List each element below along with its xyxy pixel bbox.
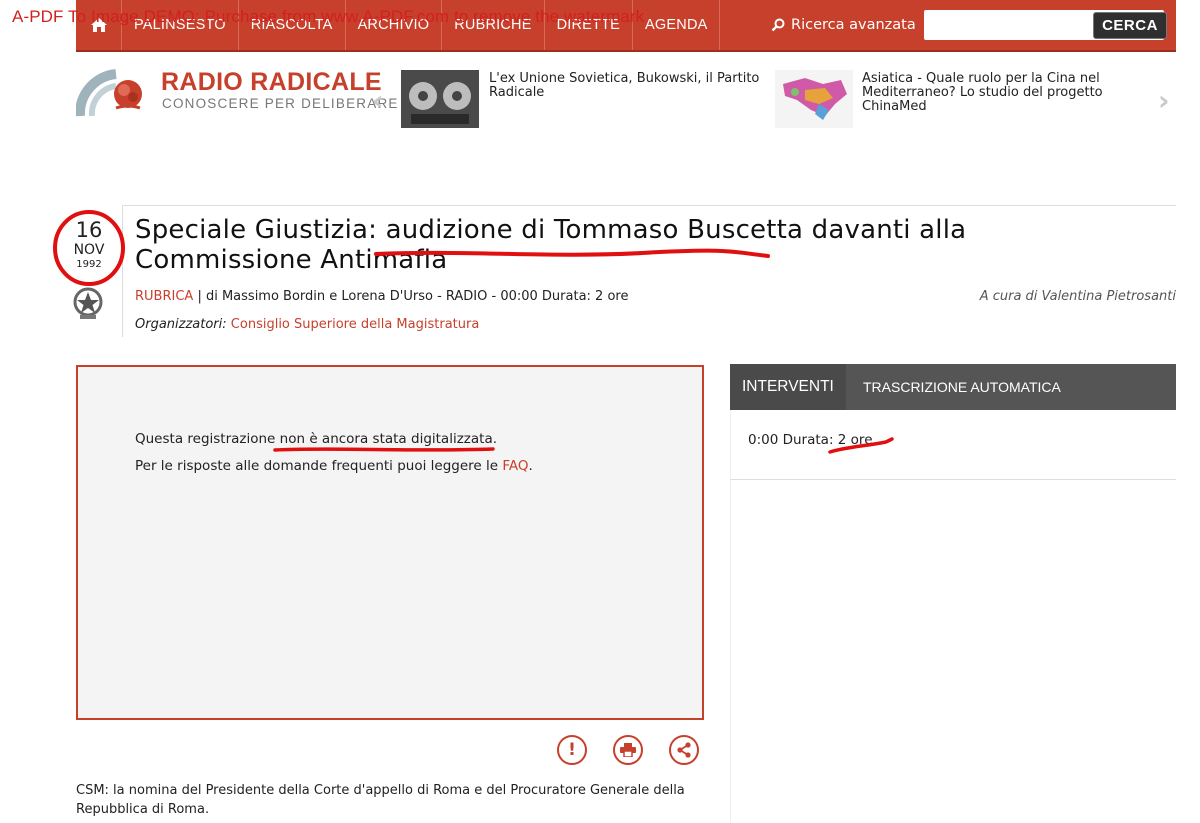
player-box: Questa registrazione non è ancora stata …	[76, 365, 704, 720]
date-day: 16	[75, 218, 103, 242]
entry-time: 0:00 Durata:	[748, 432, 834, 448]
curator-text: A cura di Valentina Pietrosanti	[979, 289, 1176, 304]
date-month: NOV	[73, 242, 105, 258]
header-divider	[123, 205, 1176, 206]
organizers-label: Organizzatori:	[135, 317, 227, 332]
logo-emblem-icon	[76, 69, 142, 117]
featured-thumbnail-2[interactable]	[775, 70, 853, 128]
date-year: 1992	[76, 259, 102, 270]
search-button[interactable]: CERCA	[1093, 12, 1167, 39]
interventi-list: 0:00 Durata: 2 ore	[730, 410, 1176, 480]
share-button[interactable]	[669, 735, 699, 765]
organizers-link[interactable]: Consiglio Superiore della Magistratura	[231, 317, 480, 332]
carousel-next-button[interactable]: ›	[1158, 84, 1170, 117]
carousel-prev-button[interactable]: ‹	[372, 84, 384, 117]
tab-interventi[interactable]: INTERVENTI	[730, 364, 846, 410]
not-digitized-message: Questa registrazione non è ancora stata …	[135, 431, 498, 447]
article-meta: RUBRICA | di Massimo Bordin e Lorena D'U…	[135, 289, 628, 304]
side-panel-border	[730, 480, 731, 823]
entry-duration: 2 ore	[837, 432, 873, 448]
chevron-left-icon: ‹	[372, 84, 384, 117]
page-title: Speciale Giustizia: audizione di Tommaso…	[135, 215, 967, 275]
featured-thumbnail-1[interactable]	[401, 70, 479, 128]
advanced-search-label: Ricerca avanzata	[791, 17, 916, 33]
featured-title-2[interactable]: Asiatica - Quale ruolo per la Cina nel M…	[862, 72, 1122, 114]
report-button[interactable]: !	[557, 735, 587, 765]
featured-title-1[interactable]: L'ex Unione Sovietica, Bukowski, il Part…	[489, 72, 769, 100]
recording-caption: CSM: la nomina del Presidente della Cort…	[76, 783, 685, 817]
share-icon	[677, 742, 691, 758]
report-icon: !	[568, 740, 576, 760]
faq-suffix: .	[528, 458, 533, 474]
list-item[interactable]: 0:00 Durata: 2 ore	[748, 432, 873, 448]
emblem-icon	[73, 287, 103, 319]
print-icon	[620, 743, 636, 757]
organizers: Organizzatori: Consiglio Superiore della…	[135, 317, 479, 332]
watermark-text: A-PDF To Image DEMO: Purchase from www.A…	[12, 7, 645, 26]
date-badge: 16 NOV 1992	[54, 210, 124, 284]
print-button[interactable]	[613, 735, 643, 765]
logo-subtitle: CONOSCERE PER DELIBERARE	[162, 96, 399, 111]
side-panel-header: INTERVENTI TRASCRIZIONE AUTOMATICA	[730, 364, 1176, 410]
chevron-right-icon: ›	[1158, 84, 1170, 117]
rubrica-link[interactable]: RUBRICA	[135, 289, 193, 304]
faq-prefix: Per le risposte alle domande frequenti p…	[135, 458, 499, 474]
advanced-search-link[interactable]: Ricerca avanzata	[771, 0, 916, 50]
logo-title: RADIO RADICALE	[161, 68, 382, 96]
authors-text: | di Massimo Bordin e Lorena D'Urso - RA…	[197, 289, 629, 304]
search-icon	[771, 18, 785, 32]
site-logo[interactable]: RADIO RADICALE CONOSCERE PER DELIBERARE	[76, 62, 397, 122]
tab-trascrizione-automatica[interactable]: TRASCRIZIONE AUTOMATICA	[863, 364, 1061, 410]
faq-message: Per le risposte alle domande frequenti p…	[135, 458, 533, 474]
nav-item-agenda[interactable]: AGENDA	[633, 0, 721, 50]
faq-link[interactable]: FAQ	[502, 458, 528, 474]
